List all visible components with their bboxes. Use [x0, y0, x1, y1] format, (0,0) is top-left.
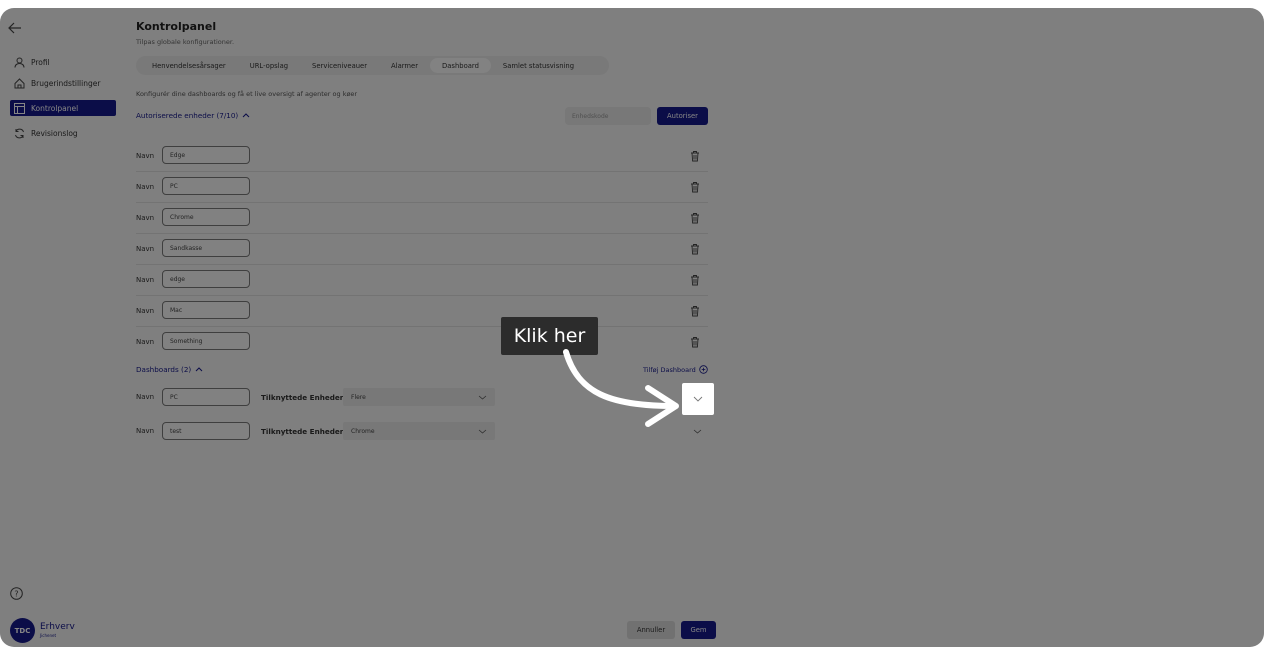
tutorial-overlay [0, 8, 1264, 647]
chevron-down-icon [693, 396, 703, 402]
tooltip-text: Klik her [513, 325, 586, 347]
highlighted-expand-button[interactable] [682, 383, 714, 415]
app-window: Profil Brugerindstillinger Kontrolpanel … [0, 8, 1264, 647]
pointer-arrow-icon [563, 349, 679, 427]
